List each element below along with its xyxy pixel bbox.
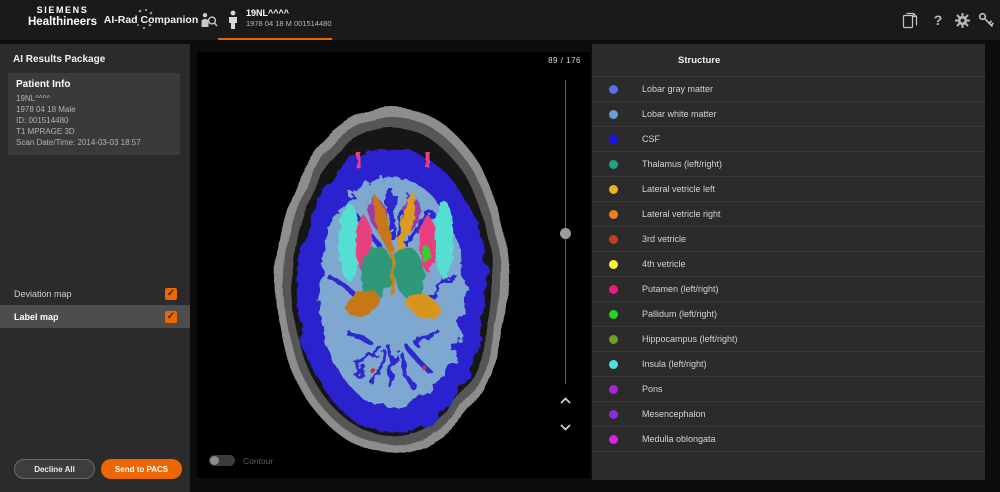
layer-checkbox[interactable]: ✓: [165, 311, 177, 323]
patient-info-box: Patient Info 19NL^^^^1978 04 18 MaleID: …: [8, 73, 180, 155]
left-sidebar: AI Results Package Patient Info 19NL^^^^…: [0, 44, 190, 492]
structure-label: Putamen (left/right): [642, 284, 719, 294]
contour-toggle[interactable]: [209, 455, 235, 466]
structure-color-dot: [609, 385, 618, 394]
patient-tab-details: 1978 04 18 M 001514480: [246, 19, 332, 28]
layer-row[interactable]: Label map ✓: [0, 305, 190, 328]
layer-list: Deviation map ✓ Label map ✓: [0, 282, 190, 328]
sidebar-title: AI Results Package: [13, 54, 105, 65]
structure-label: Pallidum (left/right): [642, 309, 717, 319]
structure-color-dot: [609, 285, 618, 294]
structure-label: Lateral vetricle right: [642, 209, 721, 219]
patient-info-heading: Patient Info: [16, 79, 172, 90]
structure-color-dot: [609, 410, 618, 419]
structure-row[interactable]: Lobar white matter: [592, 102, 985, 127]
patient-icon: [226, 10, 240, 30]
brand-line2: Healthineers: [28, 16, 97, 29]
structure-label: Hippocampus (left/right): [642, 334, 738, 344]
brand-line1: SIEMENS: [28, 6, 97, 16]
settings-gear-icon[interactable]: [952, 10, 972, 30]
slice-up-button[interactable]: [558, 394, 573, 406]
structure-row[interactable]: Hippocampus (left/right): [592, 327, 985, 352]
structure-color-dot: [609, 160, 618, 169]
structure-color-dot: [609, 260, 618, 269]
top-bar: SIEMENS Healthineers AI-Rad Companion 19…: [0, 0, 1000, 40]
layer-label: Deviation map: [14, 289, 72, 299]
brain-mri-image: [197, 52, 590, 478]
patient-search-icon[interactable]: [198, 10, 218, 30]
key-icon[interactable]: [976, 10, 996, 30]
structure-row[interactable]: Mesencephalon: [592, 402, 985, 427]
patient-info-lines: 19NL^^^^1978 04 18 MaleID: 001514480T1 M…: [16, 93, 172, 148]
app-title: AI-Rad Companion: [96, 14, 206, 26]
structure-row[interactable]: Thalamus (left/right): [592, 152, 985, 177]
structure-color-dot: [609, 210, 618, 219]
structure-color-dot: [609, 110, 618, 119]
layer-row[interactable]: Deviation map ✓: [0, 282, 190, 305]
patient-info-line: Scan Date/Time: 2014-03-03 18:57: [16, 137, 172, 148]
structure-list: Lobar gray matter Lobar white matter CSF Th…: [592, 77, 985, 452]
structure-panel: Structure Lobar gray matter Lobar white m…: [592, 44, 985, 480]
structure-label: 4th vetricle: [642, 259, 686, 269]
structure-row[interactable]: Pallidum (left/right): [592, 302, 985, 327]
structure-row[interactable]: CSF: [592, 127, 985, 152]
structure-label: CSF: [642, 134, 660, 144]
structure-row[interactable]: Lobar gray matter: [592, 77, 985, 102]
send-to-pacs-button[interactable]: Send to PACS: [101, 459, 182, 479]
structure-label: Lobar white matter: [642, 109, 717, 119]
structure-color-dot: [609, 335, 618, 344]
report-icon[interactable]: [900, 10, 920, 30]
structure-label: Insula (left/right): [642, 359, 707, 369]
siemens-healthineers-logo: SIEMENS Healthineers: [28, 6, 97, 29]
structure-row[interactable]: 3rd vetricle: [592, 227, 985, 252]
patient-info-line: 1978 04 18 Male: [16, 104, 172, 115]
structure-color-dot: [609, 310, 618, 319]
structure-row[interactable]: Putamen (left/right): [592, 277, 985, 302]
structure-row[interactable]: Medulla oblongata: [592, 427, 985, 452]
contour-toggle-knob: [210, 456, 219, 465]
structure-label: Pons: [642, 384, 663, 394]
slice-counter: 89 / 176: [548, 56, 581, 65]
slice-down-button[interactable]: [558, 421, 573, 433]
patient-info-line: ID: 001514480: [16, 115, 172, 126]
structure-label: 3rd vetricle: [642, 234, 686, 244]
patient-info-line: T1 MPRAGE 3D: [16, 126, 172, 137]
structure-row[interactable]: Pons: [592, 377, 985, 402]
structure-color-dot: [609, 135, 618, 144]
active-tab-underline: [218, 38, 332, 41]
structure-label: Medulla oblongata: [642, 434, 716, 444]
patient-tab[interactable]: 19NL^^^^ 1978 04 18 M 001514480: [218, 0, 332, 40]
layer-label: Label map: [14, 312, 59, 322]
contour-label: Contour: [243, 456, 273, 466]
patient-info-line: 19NL^^^^: [16, 93, 172, 104]
structure-row[interactable]: Lateral vetricle left: [592, 177, 985, 202]
structure-color-dot: [609, 85, 618, 94]
structure-color-dot: [609, 435, 618, 444]
structure-label: Mesencephalon: [642, 409, 706, 419]
structure-row[interactable]: 4th vetricle: [592, 252, 985, 277]
structure-panel-header: Structure: [592, 44, 985, 77]
structure-row[interactable]: Lateral vetricle right: [592, 202, 985, 227]
structure-color-dot: [609, 235, 618, 244]
structure-label: Lateral vetricle left: [642, 184, 715, 194]
patient-tab-name: 19NL^^^^: [246, 8, 332, 19]
layer-checkbox[interactable]: ✓: [165, 288, 177, 300]
structure-label: Thalamus (left/right): [642, 159, 722, 169]
structure-row[interactable]: Insula (left/right): [592, 352, 985, 377]
structure-color-dot: [609, 360, 618, 369]
slice-slider-handle[interactable]: [560, 228, 571, 239]
image-viewer[interactable]: 89 / 176 Contour: [197, 52, 590, 478]
structure-color-dot: [609, 185, 618, 194]
decline-all-button[interactable]: Decline All: [14, 459, 95, 479]
help-icon[interactable]: ?: [928, 10, 948, 30]
structure-label: Lobar gray matter: [642, 84, 713, 94]
